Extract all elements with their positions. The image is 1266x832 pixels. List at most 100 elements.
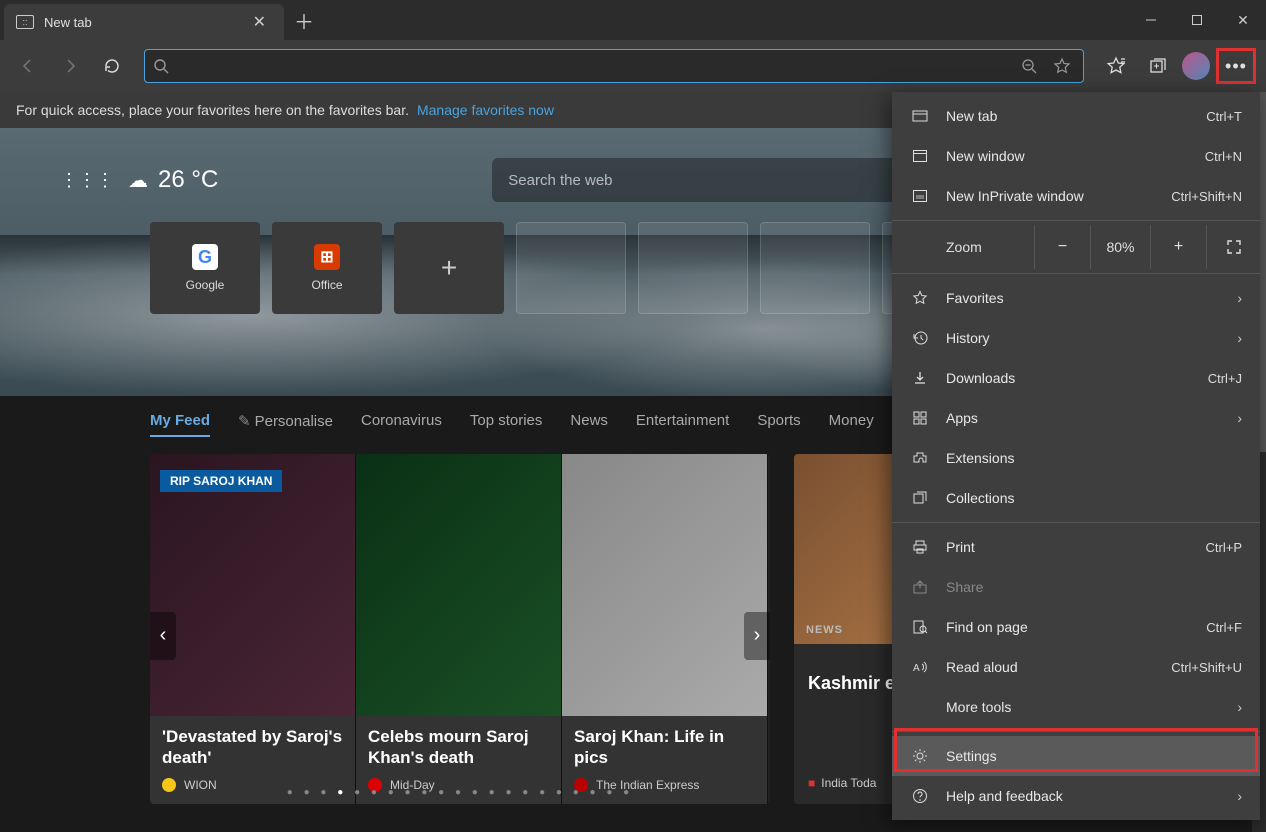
quicklink-google[interactable]: G Google xyxy=(150,222,260,314)
quicklink-office[interactable]: ⊞Office xyxy=(272,222,382,314)
menu-find[interactable]: Find on page Ctrl+F xyxy=(892,607,1260,647)
temperature-value: 26 °C xyxy=(158,166,218,194)
slide-title: Celebs mourn Saroj Khan's death xyxy=(368,726,549,769)
close-tab-icon[interactable]: ✕ xyxy=(247,10,272,34)
chevron-right-icon: › xyxy=(1237,410,1242,426)
refresh-button[interactable] xyxy=(94,48,130,84)
carousel-slide[interactable]: Celebs mourn Saroj Khan's death Mid-Day xyxy=(356,454,562,804)
chevron-right-icon: › xyxy=(1237,699,1242,715)
star-icon xyxy=(910,290,930,306)
new-tab-button[interactable]: ＋ xyxy=(284,0,324,40)
read-aloud-icon: A xyxy=(910,659,930,675)
carousel-next[interactable]: › xyxy=(744,612,770,660)
minimize-button[interactable] xyxy=(1128,0,1174,40)
weather-icon: ☁︎ xyxy=(128,168,148,193)
feed-tab-myfeed[interactable]: My Feed xyxy=(150,412,210,437)
menu-print[interactable]: Print Ctrl+P xyxy=(892,527,1260,567)
carousel-slide[interactable]: RIP SAROJ KHAN 'Devastated by Saroj's de… xyxy=(150,454,356,804)
tab-favicon: :: xyxy=(16,15,34,29)
zoom-in-button[interactable]: + xyxy=(1150,225,1206,269)
apps-grid-icon[interactable]: ⋮⋮⋮ xyxy=(60,170,114,191)
new-tab-icon xyxy=(910,108,930,124)
office-icon: ⊞ xyxy=(314,244,340,270)
source-icon: ■ xyxy=(808,776,815,790)
menu-read-aloud[interactable]: A Read aloud Ctrl+Shift+U xyxy=(892,647,1260,687)
feed-tab-sports[interactable]: Sports xyxy=(757,412,800,437)
menu-extensions[interactable]: Extensions xyxy=(892,438,1260,478)
more-options-button[interactable]: ••• xyxy=(1216,48,1256,84)
search-icon xyxy=(153,58,169,74)
feed-tab-entertainment[interactable]: Entertainment xyxy=(636,412,729,437)
quicklink-empty[interactable] xyxy=(516,222,626,314)
quicklink-empty[interactable] xyxy=(760,222,870,314)
feed-tab-money[interactable]: Money xyxy=(829,412,874,437)
news-badge: RIP SAROJ KHAN xyxy=(160,470,282,492)
back-button[interactable] xyxy=(10,48,46,84)
menu-collections[interactable]: Collections xyxy=(892,478,1260,518)
feed-tab-coronavirus[interactable]: Coronavirus xyxy=(361,412,442,437)
share-icon xyxy=(910,579,930,595)
apps-icon xyxy=(910,410,930,426)
menu-new-window[interactable]: New window Ctrl+N xyxy=(892,136,1260,176)
collections-button[interactable] xyxy=(1140,48,1176,84)
address-input[interactable] xyxy=(177,58,1009,74)
menu-more-tools[interactable]: More tools › xyxy=(892,687,1260,727)
feed-tab-personalise[interactable]: ✎Personalise xyxy=(238,412,333,437)
browser-tab[interactable]: :: New tab ✕ xyxy=(4,4,284,40)
menu-settings[interactable]: Settings xyxy=(892,736,1260,776)
feed-tab-topstories[interactable]: Top stories xyxy=(470,412,543,437)
gear-icon xyxy=(910,748,930,764)
toolbar: ••• xyxy=(0,40,1266,92)
menu-history[interactable]: History › xyxy=(892,318,1260,358)
pencil-icon: ✎ xyxy=(238,413,251,430)
maximize-button[interactable] xyxy=(1174,0,1220,40)
find-icon xyxy=(910,619,930,635)
menu-favorites[interactable]: Favorites › xyxy=(892,278,1260,318)
menu-apps[interactable]: Apps › xyxy=(892,398,1260,438)
address-bar[interactable] xyxy=(144,49,1084,83)
carousel-prev[interactable]: ‹ xyxy=(150,612,176,660)
favorite-star-icon[interactable] xyxy=(1049,53,1075,79)
carousel-dots[interactable]: ● ● ● ● ● ● ● ● ● ● ● ● ● ● ● ● ● ● ● ● … xyxy=(150,787,770,798)
side-card-tag: NEWS xyxy=(806,624,843,636)
slide-title: Saroj Khan: Life in pics xyxy=(574,726,755,769)
menu-zoom-row: Zoom − 80% + xyxy=(892,225,1260,269)
quicklink-empty[interactable] xyxy=(638,222,748,314)
quicklink-label: Google xyxy=(186,278,225,292)
menu-share: Share xyxy=(892,567,1260,607)
side-card-source: India Toda xyxy=(821,776,876,790)
carousel-slide[interactable]: Saroj Khan: Life in pics The Indian Expr… xyxy=(562,454,768,804)
zoom-indicator-icon[interactable] xyxy=(1017,54,1041,78)
slide-title: 'Devastated by Saroj's death' xyxy=(162,726,343,769)
close-window-button[interactable]: ✕ xyxy=(1220,0,1266,40)
fullscreen-button[interactable] xyxy=(1206,225,1260,269)
inprivate-icon xyxy=(910,188,930,204)
menu-help[interactable]: Help and feedback › xyxy=(892,776,1260,816)
print-icon xyxy=(910,539,930,555)
news-carousel: RIP SAROJ KHAN 'Devastated by Saroj's de… xyxy=(150,454,770,804)
forward-button[interactable] xyxy=(52,48,88,84)
profile-avatar[interactable] xyxy=(1182,52,1210,80)
quicklink-add[interactable]: + xyxy=(394,222,504,314)
window-icon xyxy=(910,148,930,164)
google-icon: G xyxy=(192,244,218,270)
download-icon xyxy=(910,370,930,386)
feed-tab-news[interactable]: News xyxy=(570,412,608,437)
window-controls: ✕ xyxy=(1128,0,1266,40)
menu-new-inprivate[interactable]: New InPrivate window Ctrl+Shift+N xyxy=(892,176,1260,216)
chevron-right-icon: › xyxy=(1237,290,1242,306)
favorites-hint: For quick access, place your favorites h… xyxy=(16,102,409,118)
extensions-icon xyxy=(910,450,930,466)
manage-favorites-link[interactable]: Manage favorites now xyxy=(417,102,554,118)
weather-widget[interactable]: ☁︎ 26 °C xyxy=(128,166,218,194)
help-icon xyxy=(910,788,930,804)
titlebar: :: New tab ✕ ＋ ✕ xyxy=(0,0,1266,40)
zoom-label: Zoom xyxy=(946,239,1034,255)
zoom-out-button[interactable]: − xyxy=(1034,225,1090,269)
chevron-right-icon: › xyxy=(1237,788,1242,804)
favorites-button[interactable] xyxy=(1098,48,1134,84)
settings-menu: New tab Ctrl+T New window Ctrl+N New InP… xyxy=(892,92,1260,820)
menu-new-tab[interactable]: New tab Ctrl+T xyxy=(892,96,1260,136)
menu-downloads[interactable]: Downloads Ctrl+J xyxy=(892,358,1260,398)
history-icon xyxy=(910,330,930,346)
